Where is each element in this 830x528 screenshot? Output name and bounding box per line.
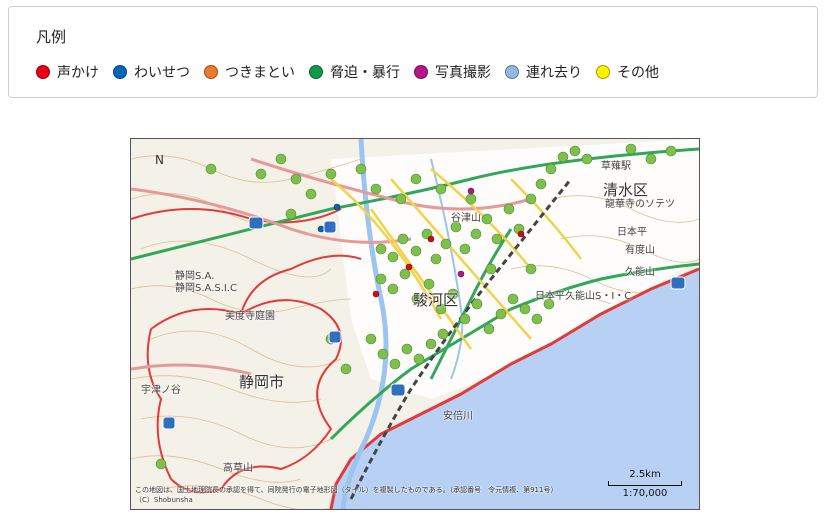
legend-item-koekake: 声かけ	[36, 62, 99, 82]
north-arrow: N	[155, 153, 164, 167]
legend-label: 連れ去り	[526, 65, 582, 81]
legend-dot-orange	[204, 65, 218, 79]
label-biwa-garden: 美度寺庭園	[225, 311, 275, 322]
label-takakusayama: 高草山	[223, 463, 253, 474]
label-suruga-ward: 駿河区	[413, 291, 459, 309]
legend-dot-blue	[113, 65, 127, 79]
label-shizuoka-sasic: 静岡S.A.S.I.C	[175, 283, 238, 294]
legend-dot-yellow	[596, 65, 610, 79]
legend-label: その他	[617, 65, 659, 81]
scale-distance: 2.5km	[629, 469, 661, 480]
map-scale: 2.5km 1:70,000	[603, 469, 687, 499]
label-shizuoka-city: 静岡市	[239, 373, 285, 391]
legend-title: 凡例	[36, 28, 67, 46]
label-kuno-sic: 日本平久能山S・I・C	[535, 291, 632, 302]
scale-bar	[608, 481, 682, 486]
label-nihondaira: 日本平	[617, 227, 647, 238]
incident-map[interactable]: N 清水区 駿河区 静岡市 草薙駅 龍華寺のソテツ 日本平 有度山 久能山 日本…	[130, 138, 700, 510]
label-tamukai: 谷津山	[451, 213, 481, 224]
label-ryugeji: 龍華寺のソテツ	[605, 199, 675, 210]
legend-label: 写真撮影	[435, 65, 491, 81]
legend-dot-green	[309, 65, 323, 79]
legend-label: わいせつ	[134, 65, 190, 81]
legend-dot-lightblue	[505, 65, 519, 79]
map-publisher: （C）Shobunsha	[135, 496, 193, 504]
label-abekawa: 安倍川	[443, 411, 473, 422]
legend-label: 脅迫・暴行	[330, 65, 400, 81]
legend-dot-purple	[414, 65, 428, 79]
legend-items: 声かけ わいせつ つきまとい 脅迫・暴行 写真撮影 連れ去り その他	[36, 62, 673, 82]
label-kunozan: 久能山	[625, 267, 655, 278]
legend-dot-red	[36, 65, 50, 79]
legend-item-tsukimatoi: つきまとい	[204, 62, 295, 82]
legend-panel: 凡例 声かけ わいせつ つきまとい 脅迫・暴行 写真撮影 連れ去り その他	[8, 6, 818, 98]
legend-item-waisetsu: わいせつ	[113, 62, 190, 82]
legend-label: 声かけ	[57, 65, 99, 81]
label-kusanagi-station: 草薙駅	[601, 161, 631, 172]
label-udoyama: 有度山	[625, 245, 655, 256]
label-utsunoya: 宇津ノ谷	[141, 385, 181, 396]
legend-item-kyohaku: 脅迫・暴行	[309, 62, 400, 82]
map-copyright: この地図は、国土地理院長の承認を得て、同院発行の電子地形図（タイル）を複製したも…	[135, 486, 558, 494]
legend-item-tsuresari: 連れ去り	[505, 62, 582, 82]
legend-label: つきまとい	[225, 65, 295, 81]
legend-item-shashin: 写真撮影	[414, 62, 491, 82]
legend-item-sonota: その他	[596, 62, 659, 82]
scale-ratio: 1:70,000	[622, 488, 668, 499]
